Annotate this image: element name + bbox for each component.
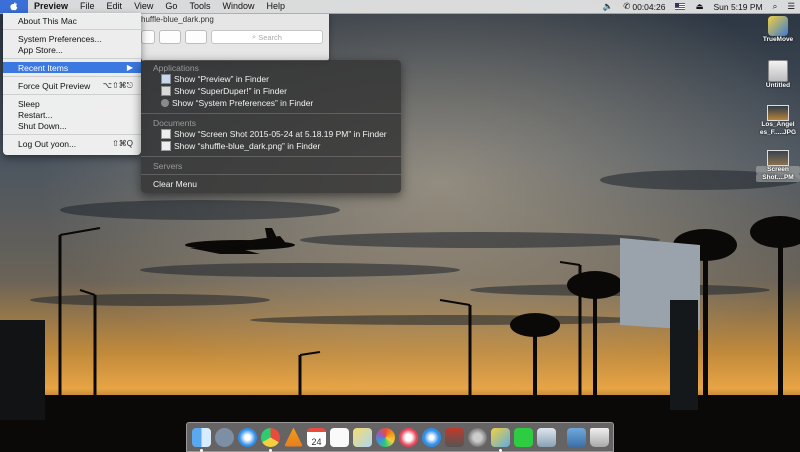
- app-store-icon[interactable]: [422, 427, 441, 447]
- menu-item-recent-items[interactable]: Recent Items ▶: [3, 62, 141, 73]
- stickies-icon[interactable]: [353, 427, 372, 447]
- safari-icon[interactable]: [238, 427, 257, 447]
- recent-items-submenu: Applications Show “Preview” in Finder Sh…: [141, 60, 401, 193]
- trash-icon[interactable]: [590, 427, 609, 447]
- recent-document-item[interactable]: Show “Screen Shot 2015-05-24 at 5.18.19 …: [161, 129, 387, 139]
- image-file-icon: [767, 105, 789, 121]
- share-button[interactable]: [159, 30, 181, 44]
- menu-item-force-quit[interactable]: Force Quit Preview ⌥⇧⌘⎋: [3, 80, 141, 91]
- system-preferences-icon: [161, 99, 169, 107]
- menu-help[interactable]: Help: [260, 0, 291, 13]
- clear-menu-item[interactable]: Clear Menu: [153, 179, 197, 189]
- clock[interactable]: Sun 5:19 PM: [708, 2, 767, 12]
- recent-app-item[interactable]: Show “System Preferences” in Finder: [161, 98, 313, 108]
- menu-item-restart[interactable]: Restart...: [3, 109, 141, 120]
- downloads-stack-icon[interactable]: [567, 427, 586, 447]
- preview-icon[interactable]: [491, 427, 510, 452]
- finder-icon[interactable]: [192, 427, 211, 452]
- recent-app-item[interactable]: Show “SuperDuper!” in Finder: [161, 86, 287, 96]
- menu-item-shut-down[interactable]: Shut Down...: [3, 120, 141, 131]
- search-icon: ⌕: [252, 32, 257, 41]
- eject-icon[interactable]: ⏏: [690, 1, 708, 12]
- phone-icon: ✆: [623, 1, 631, 11]
- menu-separator: [3, 94, 141, 95]
- menu-file[interactable]: File: [74, 0, 101, 13]
- apple-menu-dropdown: About This Mac System Preferences... App…: [3, 13, 141, 155]
- menu-edit[interactable]: Edit: [101, 0, 129, 13]
- menu-tools[interactable]: Tools: [183, 0, 216, 13]
- timer-text: 00:04:26: [632, 1, 666, 12]
- line-icon[interactable]: [514, 427, 533, 447]
- menu-item-system-preferences[interactable]: System Preferences...: [3, 33, 141, 44]
- recent-app-item[interactable]: Show “Preview” in Finder: [161, 74, 269, 84]
- applications-header: Applications: [153, 63, 199, 73]
- document-icon: [161, 141, 171, 151]
- itunes-icon[interactable]: [399, 427, 418, 447]
- menu-separator: [3, 76, 141, 77]
- system-preferences-icon[interactable]: [468, 427, 487, 447]
- menu-app-name[interactable]: Preview: [28, 0, 74, 13]
- screenshot-file-icon: [767, 150, 789, 166]
- image-capture-icon[interactable]: [537, 427, 556, 447]
- menu-separator: [3, 29, 141, 30]
- toolbar-button[interactable]: [141, 30, 155, 44]
- calendar-day: 24: [311, 436, 322, 447]
- notification-center-icon[interactable]: ☰: [782, 1, 800, 12]
- launchpad-icon[interactable]: [215, 427, 234, 447]
- calendar-icon[interactable]: 24: [307, 427, 326, 447]
- menu-separator: [3, 58, 141, 59]
- flag-icon: [675, 3, 686, 10]
- desktop-icon-screenshot[interactable]: Screen Shot....PM: [756, 150, 800, 182]
- submenu-separator: [141, 174, 401, 175]
- desktop-icon-los-angeles-jpg[interactable]: Los_Angel es_F.....JPG: [756, 105, 800, 137]
- toolbox-button[interactable]: [185, 30, 207, 44]
- submenu-arrow-icon: ▶: [126, 63, 133, 72]
- search-placeholder: Search: [258, 32, 282, 42]
- dock: 24: [186, 422, 614, 452]
- log-out-shortcut: ⇧⌘Q: [112, 139, 133, 148]
- menu-go[interactable]: Go: [159, 0, 183, 13]
- documents-header: Documents: [153, 118, 196, 128]
- photos-icon[interactable]: [376, 427, 395, 447]
- menu-item-log-out[interactable]: Log Out yoon... ⇧⌘Q: [3, 138, 141, 149]
- menu-item-sleep[interactable]: Sleep: [3, 98, 141, 109]
- desktop-icon-truemove[interactable]: TrueMove: [756, 16, 800, 44]
- preview-window: huffle-blue_dark.png ⌕ Search: [141, 13, 329, 61]
- recent-document-item[interactable]: Show “shuffle-blue_dark.png” in Finder: [161, 141, 320, 151]
- drive-icon: [768, 60, 788, 82]
- superduper-app-icon: [161, 86, 171, 96]
- apple-menu-button[interactable]: [0, 0, 28, 13]
- vlc-icon[interactable]: [284, 427, 303, 447]
- us-flag-icon[interactable]: [670, 3, 690, 10]
- preview-app-icon: [161, 74, 171, 84]
- submenu-separator: [141, 156, 401, 157]
- menu-item-app-store[interactable]: App Store...: [3, 44, 141, 55]
- spotlight-icon[interactable]: ⌕: [768, 1, 783, 12]
- search-field[interactable]: ⌕ Search: [211, 30, 323, 44]
- servers-header: Servers: [153, 161, 183, 171]
- phone-timer-status[interactable]: ✆ 00:04:26: [618, 1, 670, 12]
- superduper-icon[interactable]: [445, 427, 464, 447]
- document-icon: [161, 129, 171, 139]
- submenu-separator: [141, 113, 401, 114]
- reminders-icon[interactable]: [330, 427, 349, 447]
- menu-bar: Preview File Edit View Go Tools Window H…: [0, 0, 800, 14]
- desktop-icon-untitled[interactable]: Untitled: [756, 60, 800, 90]
- truemove-icon: [768, 16, 788, 36]
- apple-icon: [10, 2, 18, 11]
- menu-separator: [3, 134, 141, 135]
- chrome-icon[interactable]: [261, 427, 280, 452]
- menu-item-about[interactable]: About This Mac: [3, 15, 141, 26]
- force-quit-shortcut: ⌥⇧⌘⎋: [102, 80, 133, 90]
- menu-view[interactable]: View: [128, 0, 159, 13]
- window-title: huffle-blue_dark.png: [141, 15, 214, 24]
- volume-icon[interactable]: 🔈: [598, 1, 619, 12]
- menu-window[interactable]: Window: [216, 0, 260, 13]
